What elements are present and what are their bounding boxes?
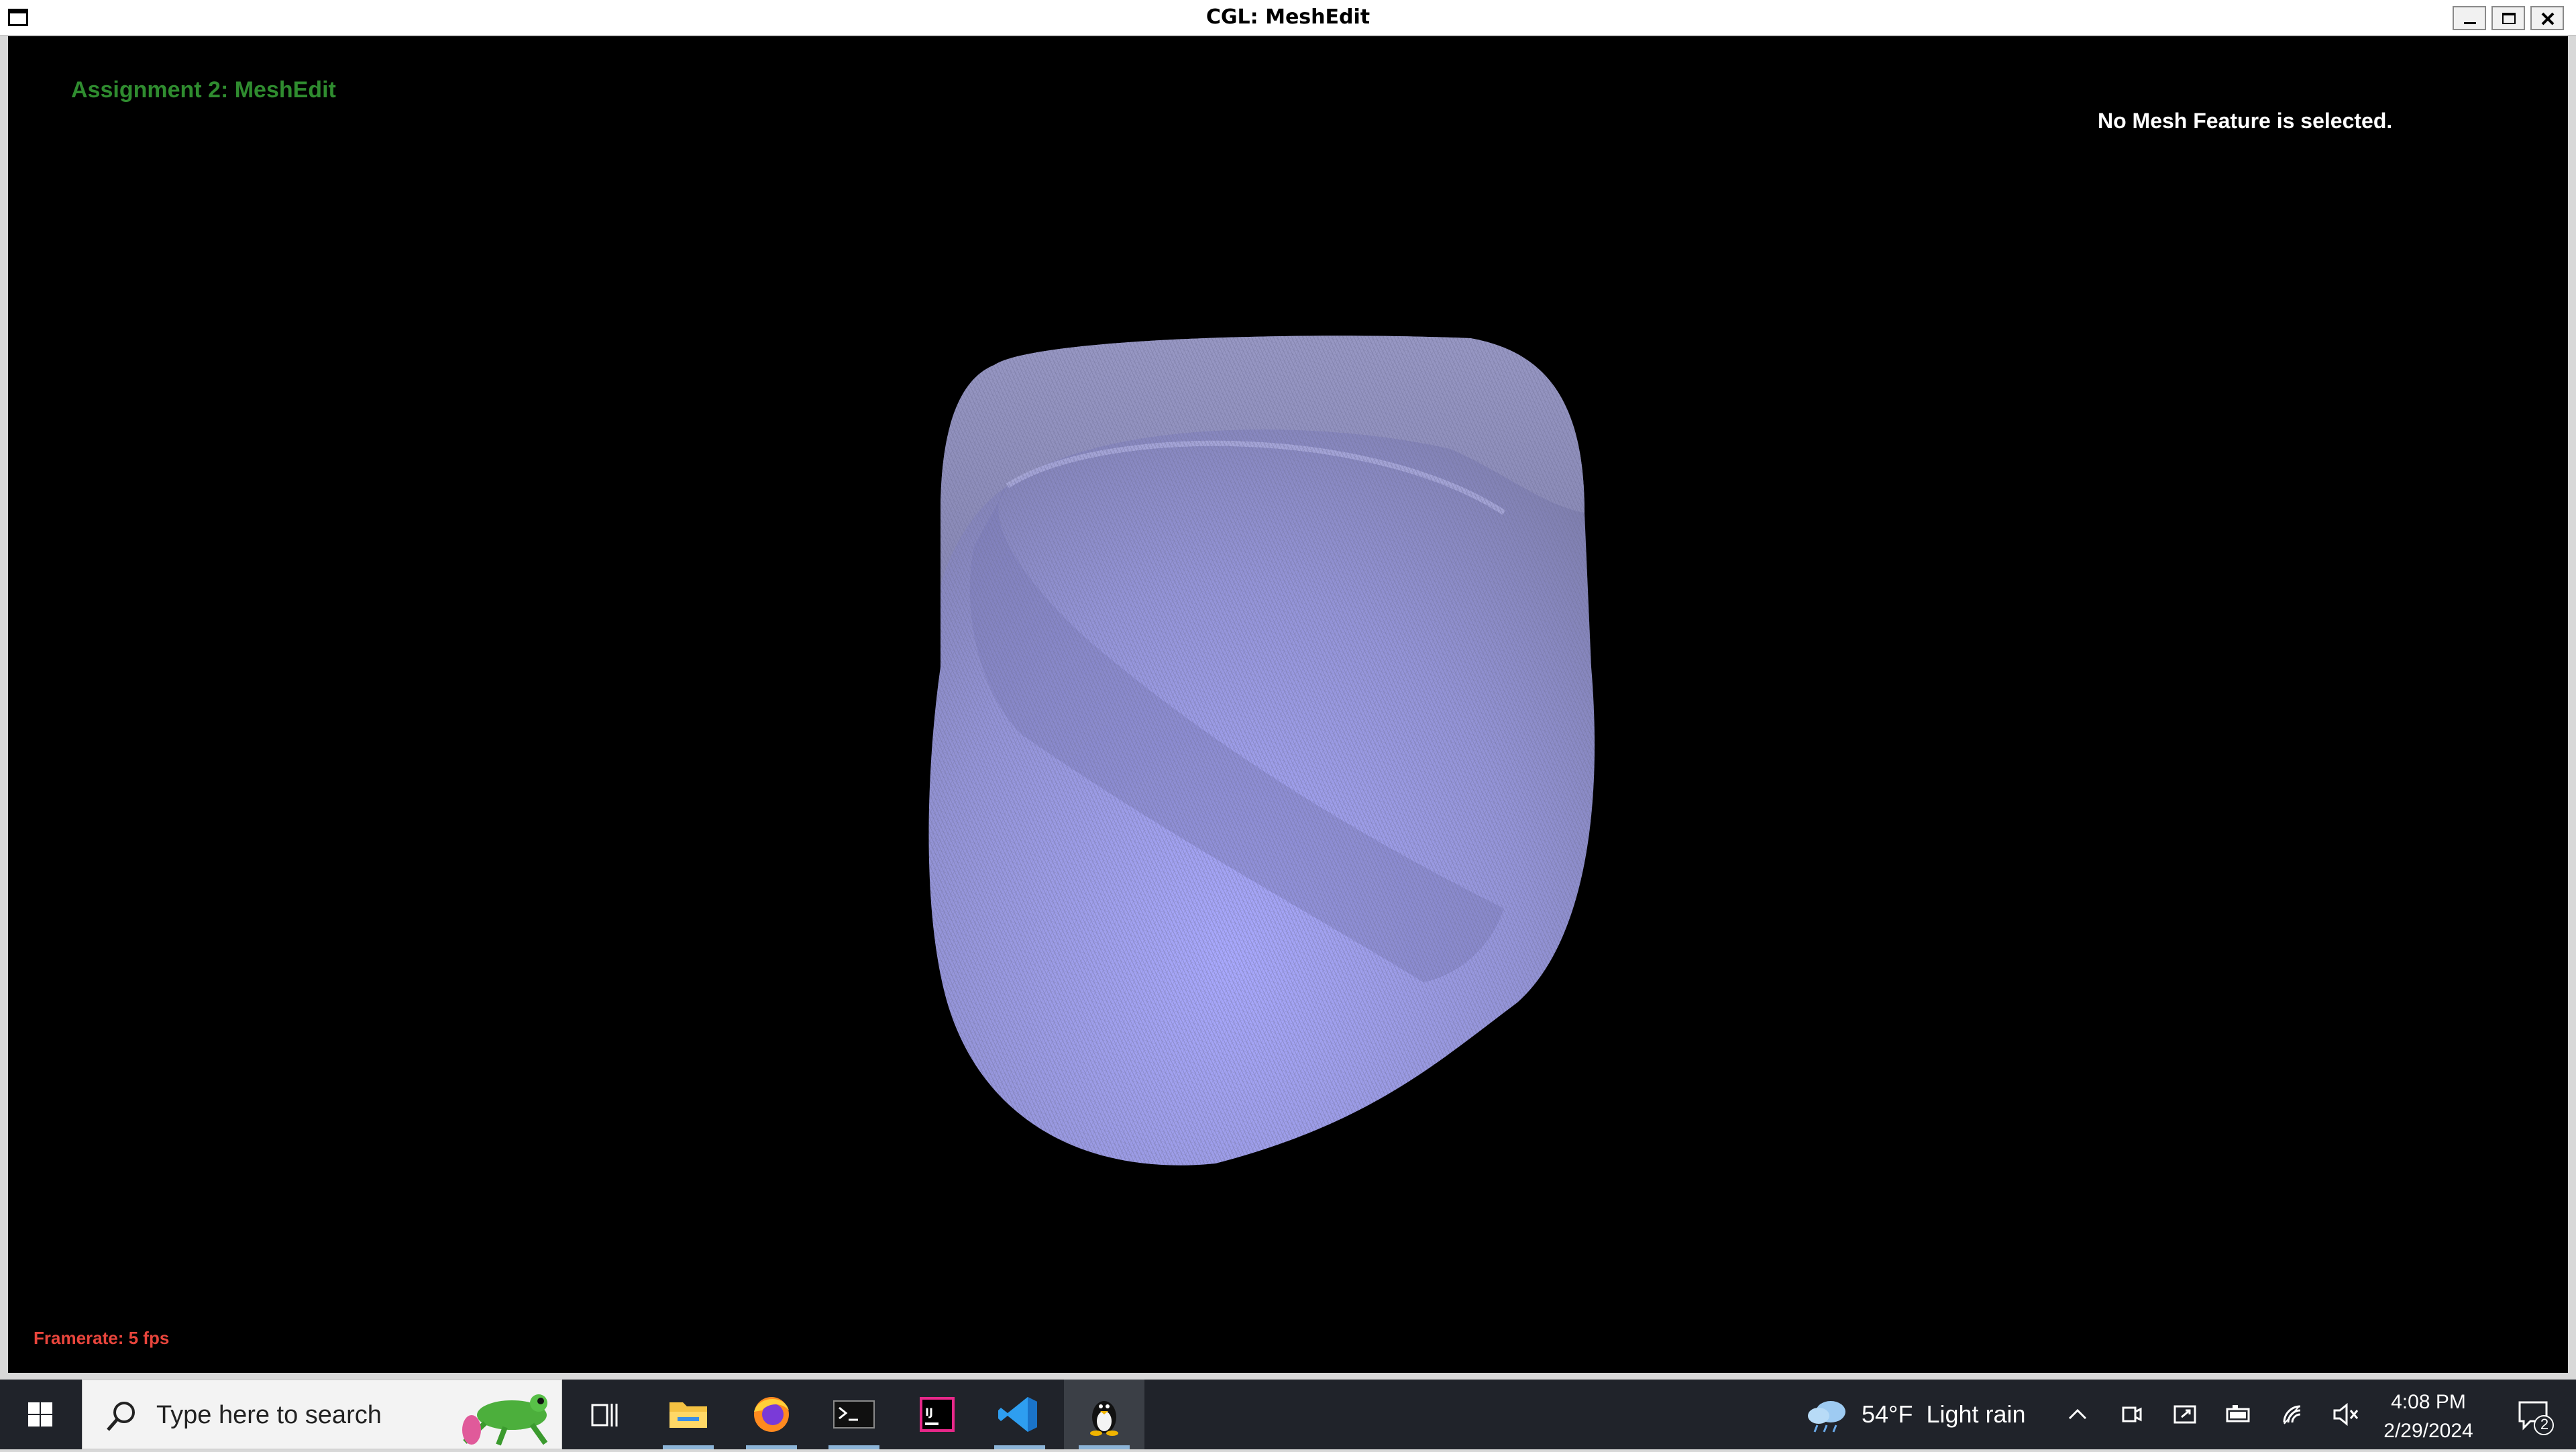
camera-icon (2122, 1406, 2142, 1422)
firefox-icon (754, 1397, 789, 1432)
minimize-button[interactable] (2453, 6, 2486, 30)
search-icon (107, 1402, 135, 1431)
cloud-rain-icon (1808, 1401, 1845, 1433)
weather-text[interactable]: 54°F Light rain (1862, 1380, 2026, 1449)
running-indicator (1079, 1445, 1130, 1449)
running-indicator (746, 1445, 797, 1449)
mesh-model[interactable] (900, 291, 1692, 1177)
battery-icon (2226, 1405, 2250, 1422)
tray-network-button[interactable] (2271, 1380, 2318, 1449)
tray-volume-button[interactable] (2322, 1380, 2369, 1449)
title-bar: CGL: MeshEdit (0, 0, 2576, 36)
frog-mascot-icon (462, 1394, 548, 1446)
taskbar-clock[interactable]: 4:08 PM 2/29/2024 (2375, 1388, 2482, 1445)
taskbar-app-terminal[interactable] (814, 1380, 894, 1449)
wifi-icon (2283, 1405, 2301, 1424)
notification-icon (2518, 1401, 2554, 1435)
assignment-title: Assignment 2: MeshEdit (71, 77, 336, 103)
display-icon (2174, 1405, 2196, 1424)
intellij-icon: IJ (920, 1397, 955, 1432)
taskbar-app-vscode[interactable] (979, 1380, 1060, 1449)
terminal-icon (833, 1400, 875, 1429)
close-icon (2541, 12, 2555, 25)
show-hidden-icons-button[interactable] (2054, 1380, 2101, 1449)
tux-penguin-icon (1090, 1401, 1118, 1436)
tray-camera-button[interactable] (2108, 1380, 2155, 1449)
task-view-button[interactable] (564, 1380, 644, 1449)
running-indicator (663, 1445, 714, 1449)
windows-logo-icon (28, 1402, 52, 1427)
folder-icon (669, 1402, 707, 1428)
weather-temperature: 54°F (1862, 1400, 1913, 1428)
taskbar-search-box[interactable]: Type here to search (82, 1380, 562, 1449)
render-viewport[interactable]: Assignment 2: MeshEdit No Mesh Feature i… (8, 36, 2568, 1373)
taskbar: Type here to search IJ 54°F Light rain 4… (0, 1380, 2576, 1449)
svg-text:IJ: IJ (925, 1406, 933, 1418)
framerate-label: Framerate: 5 fps (34, 1328, 170, 1348)
task-view-icon (591, 1404, 618, 1427)
taskbar-app-firefox[interactable] (731, 1380, 812, 1449)
close-button[interactable] (2530, 6, 2564, 30)
start-button[interactable] (0, 1380, 80, 1449)
vscode-icon (998, 1397, 1037, 1432)
notification-center-button[interactable]: 2 (2496, 1380, 2569, 1449)
taskbar-app-intellij[interactable]: IJ (897, 1380, 977, 1449)
weather-condition: Light rain (1926, 1400, 2026, 1428)
chevron-up-icon (2068, 1408, 2087, 1420)
tray-screen-button[interactable] (2161, 1380, 2208, 1449)
clock-date: 2/29/2024 (2383, 1420, 2473, 1442)
notification-count: 2 (2540, 1416, 2549, 1433)
tray-battery-button[interactable] (2215, 1380, 2262, 1449)
volume-muted-icon (2333, 1402, 2359, 1427)
taskbar-app-file-explorer[interactable] (648, 1380, 729, 1449)
running-indicator (994, 1445, 1045, 1449)
selection-status: No Mesh Feature is selected. (2098, 109, 2393, 133)
taskbar-app-linux[interactable] (1064, 1380, 1144, 1449)
running-indicator (828, 1445, 879, 1449)
clock-time: 4:08 PM (2391, 1391, 2466, 1413)
window-title: CGL: MeshEdit (1205, 5, 1371, 29)
maximize-button[interactable] (2491, 6, 2525, 30)
search-placeholder: Type here to search (156, 1401, 382, 1429)
